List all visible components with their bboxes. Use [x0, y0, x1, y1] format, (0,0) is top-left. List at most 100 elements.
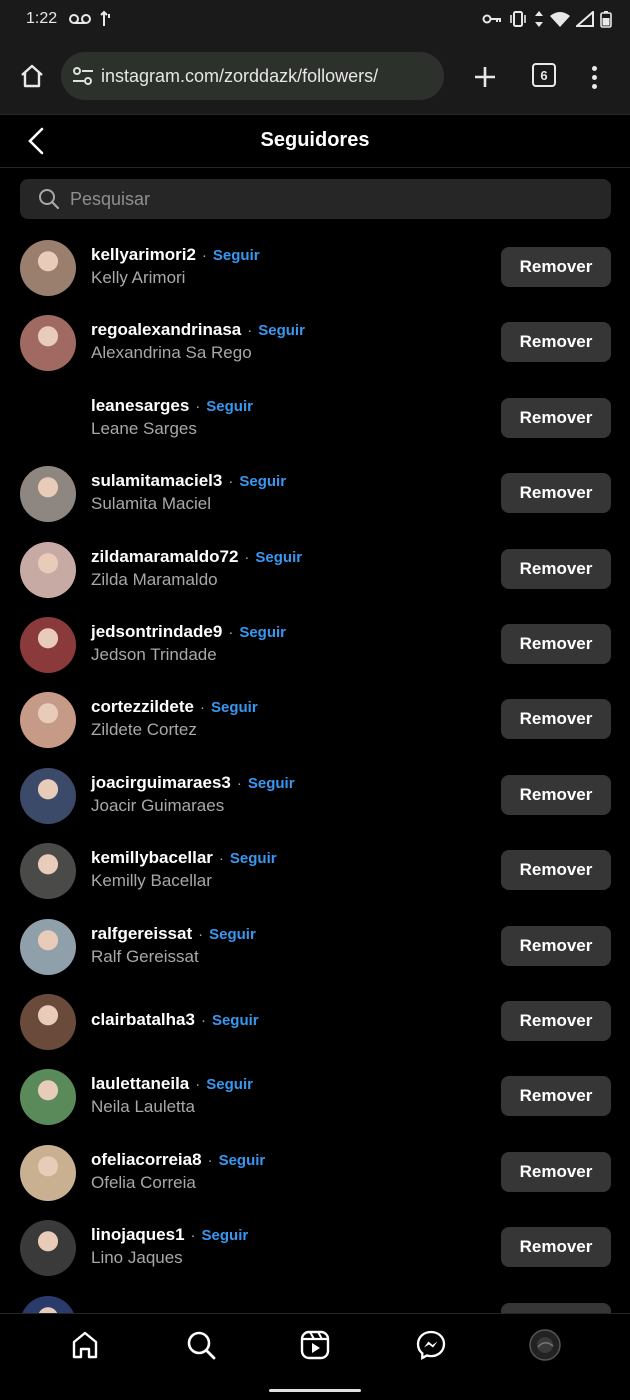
username-link[interactable]: joacirguimaraes3: [91, 773, 231, 793]
avatar[interactable]: [20, 692, 76, 749]
follow-button[interactable]: Seguir: [239, 624, 286, 641]
remove-button[interactable]: Remover: [501, 1302, 611, 1313]
avatar[interactable]: [20, 391, 76, 447]
follow-button[interactable]: Seguir: [213, 247, 260, 264]
remove-button[interactable]: Remover: [501, 1151, 611, 1192]
nav-profile-button[interactable]: [528, 1328, 562, 1362]
follower-row[interactable]: clairbatalha3 · Seguir Remover: [0, 986, 630, 1061]
remove-button[interactable]: Remover: [501, 397, 611, 438]
follower-row[interactable]: cortezzildete · Seguir Zildete Cortez Remove…: [0, 684, 630, 759]
search-input[interactable]: Pesquisar: [20, 179, 611, 219]
follower-row[interactable]: leanesarges · Seguir Leane Sarges Remover: [0, 383, 630, 458]
follower-row[interactable]: zildamaramaldo72 · Seguir Zilda Maramaldo Re…: [0, 534, 630, 609]
follow-button[interactable]: Seguir: [248, 775, 295, 792]
username-link[interactable]: cortezzildete: [91, 697, 194, 717]
follow-button[interactable]: Seguir: [202, 1227, 249, 1244]
username-link[interactable]: clairbatalha3: [91, 1010, 195, 1030]
follow-button[interactable]: Seguir: [209, 926, 256, 943]
browser-menu-button[interactable]: [586, 60, 602, 94]
username-link[interactable]: kellyarimori2: [91, 245, 196, 265]
remove-button[interactable]: Remover: [501, 1001, 611, 1041]
site-settings-icon[interactable]: [71, 64, 95, 88]
avatar[interactable]: [20, 315, 76, 372]
remove-button[interactable]: Remover: [501, 548, 611, 589]
username-link[interactable]: sulamitamaciel3: [91, 471, 222, 491]
avatar[interactable]: [20, 994, 76, 1050]
remove-button[interactable]: Remover: [501, 1227, 611, 1268]
follow-button[interactable]: Seguir: [211, 699, 258, 716]
browser-home-button[interactable]: [14, 58, 50, 94]
follower-row[interactable]: gleisonsemedo·SeguirRemover: [0, 1288, 630, 1313]
username-link[interactable]: linojaques1: [91, 1225, 185, 1245]
username-link[interactable]: regoalexandrinasa: [91, 320, 241, 340]
avatar[interactable]: [20, 1295, 76, 1313]
follow-button[interactable]: Seguir: [258, 322, 305, 339]
follow-button[interactable]: Seguir: [230, 850, 277, 867]
follower-row[interactable]: sulamitamaciel3 · Seguir Sulamita Maciel Rem…: [0, 458, 630, 533]
avatar[interactable]: [20, 918, 76, 975]
remove-button[interactable]: Remover: [501, 624, 611, 664]
full-name: Lino Jaques: [91, 1248, 183, 1268]
remove-button[interactable]: Remover: [501, 925, 611, 966]
follower-row[interactable]: ralfgereissat · Seguir Ralf Gereissat Remove…: [0, 911, 630, 986]
follow-button[interactable]: Seguir: [206, 1076, 253, 1093]
follow-button[interactable]: Seguir: [239, 473, 286, 490]
username-link[interactable]: leanesarges: [91, 396, 189, 416]
follower-row[interactable]: jedsontrindade9 · Seguir Jedson Trindade Rem…: [0, 609, 630, 684]
follower-row[interactable]: joacirguimaraes3 · Seguir Joacir Guimaraes R…: [0, 760, 630, 835]
full-name: Leane Sarges: [91, 418, 197, 438]
avatar[interactable]: [20, 1069, 76, 1126]
username-link[interactable]: ralfgereissat: [91, 924, 192, 944]
username-link[interactable]: jedsontrindade9: [91, 622, 222, 642]
follow-button[interactable]: Seguir: [212, 1012, 259, 1029]
follower-row[interactable]: linojaques1 · Seguir Lino Jaques Remover: [0, 1212, 630, 1287]
avatar[interactable]: [20, 843, 76, 900]
home-icon: [21, 64, 43, 88]
follower-row[interactable]: regoalexandrinasa · Seguir Alexandrina Sa R…: [0, 307, 630, 382]
follower-row[interactable]: kellyarimori2 · Seguir Kelly Arimori Remover: [0, 232, 630, 307]
avatar[interactable]: [20, 466, 76, 523]
page-title: Seguidores: [260, 129, 370, 151]
remove-button[interactable]: Remover: [501, 322, 611, 363]
separator-dot: ·: [199, 699, 205, 717]
wifi-icon: [550, 12, 570, 27]
avatar[interactable]: [20, 541, 76, 598]
follower-row[interactable]: kemillybacellar · Seguir Kemilly Bacellar Re…: [0, 835, 630, 910]
new-tab-button[interactable]: [468, 60, 502, 94]
nav-search-button[interactable]: [184, 1328, 218, 1362]
username-link[interactable]: ofeliacorreia8: [91, 1150, 202, 1170]
remove-button[interactable]: Remover: [501, 473, 611, 514]
username-line: cortezzildete · Seguir: [91, 697, 258, 717]
remove-button[interactable]: Remover: [501, 774, 611, 815]
nav-home-button[interactable]: [68, 1328, 102, 1362]
avatar[interactable]: [20, 1144, 76, 1201]
url-bar[interactable]: instagram.com/zorddazk/followers/: [61, 52, 444, 100]
avatar[interactable]: [20, 1220, 76, 1277]
remove-button[interactable]: Remover: [501, 247, 611, 287]
full-name: Zilda Maramaldo: [91, 569, 218, 589]
nav-reels-button[interactable]: [298, 1328, 332, 1362]
remove-button[interactable]: Remover: [501, 1076, 611, 1117]
follow-button[interactable]: Seguir: [219, 1152, 266, 1169]
username-link[interactable]: kemillybacellar: [91, 848, 213, 868]
separator-dot: ·: [198, 925, 204, 943]
tab-switcher-button[interactable]: 6: [532, 63, 556, 87]
remove-button[interactable]: Remover: [501, 699, 611, 740]
data-arrow-icon: [100, 10, 111, 26]
remove-button[interactable]: Remover: [501, 850, 611, 891]
follower-row[interactable]: laulettaneila · Seguir Neila Lauletta Remove…: [0, 1061, 630, 1136]
follow-button[interactable]: Seguir: [255, 549, 302, 566]
follower-row[interactable]: ofeliacorreia8 · Seguir Ofelia Correia Remov…: [0, 1137, 630, 1212]
avatar[interactable]: [20, 767, 76, 824]
full-name: Zildete Cortez: [91, 720, 197, 740]
separator-dot: ·: [244, 548, 250, 566]
avatar[interactable]: [20, 240, 76, 296]
gesture-handle[interactable]: [269, 1389, 361, 1392]
nav-messenger-button[interactable]: [414, 1328, 448, 1362]
full-name: Jedson Trindade: [91, 645, 217, 664]
search-placeholder: Pesquisar: [70, 188, 151, 209]
username-link[interactable]: zildamaramaldo72: [91, 547, 238, 567]
username-link[interactable]: laulettaneila: [91, 1074, 189, 1094]
follow-button[interactable]: Seguir: [206, 398, 253, 415]
avatar[interactable]: [20, 617, 76, 673]
